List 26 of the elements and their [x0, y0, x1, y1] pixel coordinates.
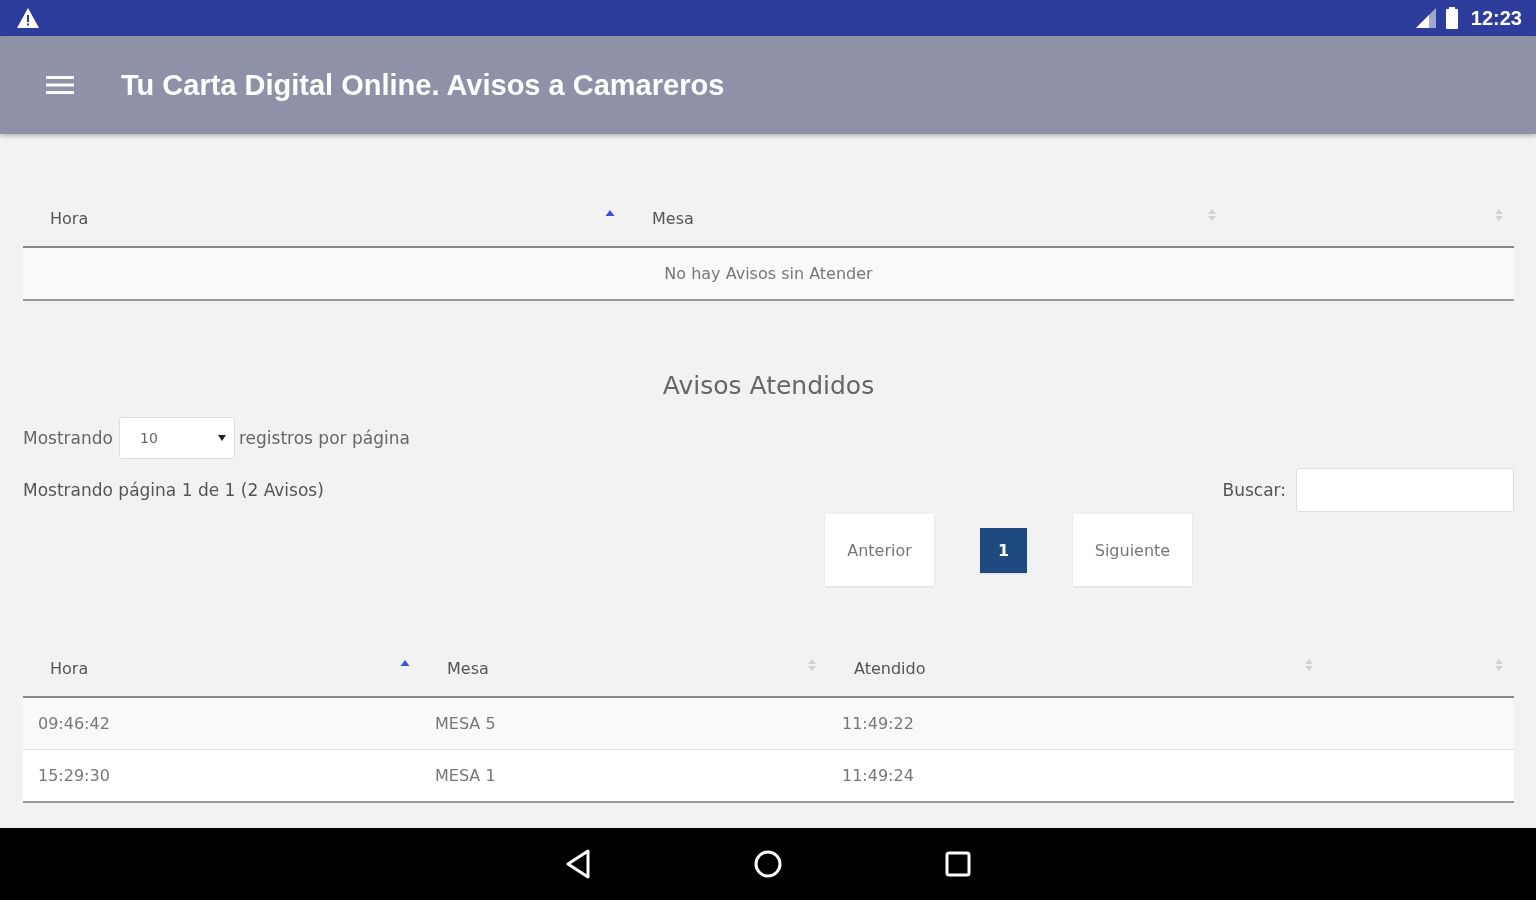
menu-icon[interactable] [46, 75, 74, 95]
length-label: Mostrando [23, 428, 113, 448]
next-button[interactable]: Siguiente [1073, 514, 1192, 586]
table-cell: 15:29:30 [23, 749, 420, 802]
length-label: registros por página [238, 428, 410, 448]
table-cell: MESA 1 [420, 749, 827, 802]
search-field[interactable] [1296, 468, 1514, 512]
page-button[interactable]: 1 [980, 527, 1027, 573]
table-cell: 09:46:42 [23, 697, 420, 750]
section-heading: Avisos Atendidos [661, 371, 876, 400]
clock-time: 12:23 [1470, 6, 1522, 30]
empty-message: No hay Avisos sin Atender [23, 247, 1514, 300]
warning-icon [16, 7, 40, 29]
table-cell: 11:49:24 [827, 749, 1324, 802]
search-label: Buscar: [1222, 480, 1286, 500]
table-cell: MESA 5 [420, 697, 827, 750]
home-icon[interactable] [753, 849, 783, 879]
table-info: Mostrando página 1 de 1 (2 Avisos) [23, 480, 324, 500]
battery-icon [1444, 7, 1459, 29]
recents-icon[interactable] [945, 851, 971, 877]
caret-icon [217, 435, 226, 441]
previous-button[interactable]: Anterior [825, 514, 934, 586]
table-cell: 11:49:22 [827, 697, 1324, 750]
back-icon[interactable] [565, 849, 591, 879]
app-title: Tu Carta Digital Online. Avisos a Camareros [121, 68, 725, 102]
page-size-select[interactable]: 10 [118, 417, 235, 459]
